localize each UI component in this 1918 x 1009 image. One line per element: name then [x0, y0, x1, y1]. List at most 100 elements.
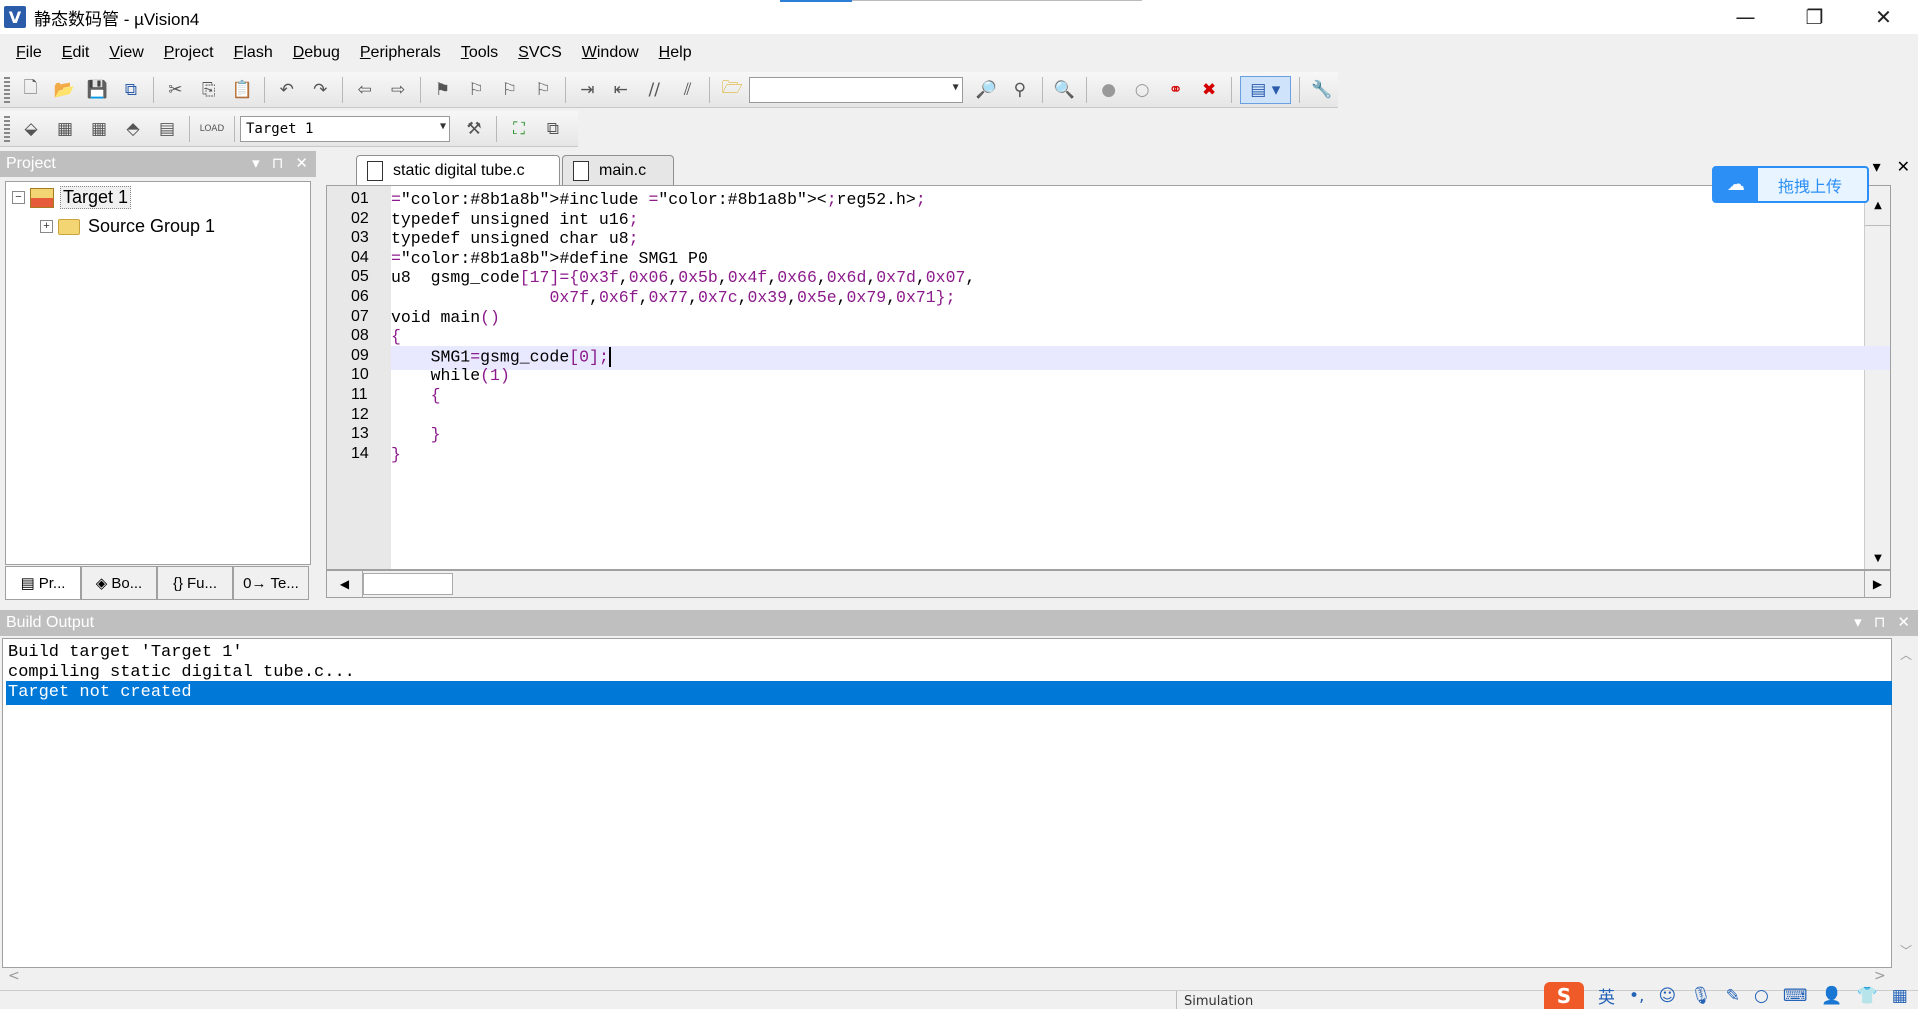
- menu-debug[interactable]: Debug: [283, 44, 350, 62]
- editor-vertical-scrollbar[interactable]: ▲ ▼: [1864, 186, 1890, 569]
- menu-project[interactable]: Project: [154, 44, 224, 62]
- menu-window[interactable]: Window: [572, 44, 649, 62]
- ime-language-toggle[interactable]: 英: [1598, 983, 1615, 1008]
- microphone-icon[interactable]: 🎙: [1690, 986, 1712, 1006]
- menu-edit[interactable]: Edit: [52, 44, 100, 62]
- uncomment-icon[interactable]: ⫽: [674, 76, 701, 104]
- enable-breakpoint-icon[interactable]: ○: [1128, 76, 1155, 104]
- pin-icon[interactable]: ⊓: [1874, 613, 1886, 631]
- drag-upload-button[interactable]: ☁ 拖拽上传: [1712, 166, 1869, 203]
- code-line[interactable]: void main(): [391, 308, 500, 327]
- code-line[interactable]: typedef unsigned int u16;: [391, 210, 639, 229]
- rebuild-icon[interactable]: ▦: [85, 115, 113, 143]
- menu-file[interactable]: File: [6, 44, 52, 62]
- build-output-line[interactable]: Target not created: [6, 681, 1892, 705]
- collapse-icon[interactable]: −: [12, 191, 25, 204]
- pen-icon[interactable]: ✎: [1726, 986, 1740, 1006]
- start-debug-icon[interactable]: 🔍: [1051, 76, 1078, 104]
- paste-icon[interactable]: 📋: [229, 76, 256, 104]
- editor-horizontal-scrollbar[interactable]: ◀ ▶: [326, 570, 1891, 598]
- toolbar-grip[interactable]: [4, 76, 10, 103]
- target-options-icon[interactable]: ⚒: [460, 115, 488, 143]
- find-in-files-icon[interactable]: 🗁: [718, 76, 745, 104]
- disable-breakpoints-icon[interactable]: ⚭: [1162, 76, 1189, 104]
- minimize-button[interactable]: —: [1711, 0, 1780, 34]
- ime-search-icon[interactable]: ○: [1754, 986, 1769, 1006]
- scroll-left-icon[interactable]: <: [8, 968, 20, 984]
- incremental-find-icon[interactable]: ⚲: [1006, 76, 1033, 104]
- open-file-icon[interactable]: 📂: [50, 76, 77, 104]
- insert-breakpoint-icon[interactable]: ●: [1095, 76, 1122, 104]
- bookmark-clear-icon[interactable]: ⚐: [529, 76, 556, 104]
- redo-icon[interactable]: ↷: [306, 76, 333, 104]
- close-window-button[interactable]: ✕: [1849, 0, 1918, 34]
- indent-icon[interactable]: ⇥: [574, 76, 601, 104]
- code-line[interactable]: }: [391, 445, 401, 464]
- window-layout-icon[interactable]: ▤ ▾: [1239, 75, 1291, 104]
- menu-svcs[interactable]: SVCS: [508, 44, 572, 62]
- menu-peripherals[interactable]: Peripherals: [350, 44, 451, 62]
- undo-icon[interactable]: ↶: [273, 76, 300, 104]
- code-line[interactable]: 0x7f,0x6f,0x77,0x7c,0x39,0x5e,0x79,0x71}…: [391, 288, 955, 307]
- code-editor[interactable]: ▲ ▼ 01 ="color:#8b1a8b">#include ="color:…: [326, 185, 1891, 570]
- tree-item-source-group[interactable]: + Source Group 1: [40, 216, 215, 237]
- tab-main-c[interactable]: main.c: [562, 155, 674, 185]
- scroll-right-icon[interactable]: ▶: [1864, 571, 1890, 597]
- close-icon[interactable]: ✕: [1897, 613, 1910, 631]
- scroll-left-icon[interactable]: ◀: [327, 571, 363, 597]
- project-tab-2[interactable]: {} Fu...: [157, 566, 233, 600]
- code-line[interactable]: }: [391, 425, 441, 444]
- close-editor-icon[interactable]: ✕: [1897, 157, 1910, 176]
- project-tab-3[interactable]: 0→ Te...: [233, 566, 309, 600]
- kill-breakpoints-icon[interactable]: ✖: [1195, 76, 1222, 104]
- chevron-down-icon[interactable]: ▼: [953, 82, 959, 93]
- project-tab-0[interactable]: ▤ Pr...: [5, 566, 81, 600]
- navigate-back-icon[interactable]: ⇦: [351, 76, 378, 104]
- bookmark-next-icon[interactable]: ⚐: [496, 76, 523, 104]
- scroll-thumb[interactable]: [363, 573, 453, 595]
- tab-static-digital-tube[interactable]: static digital tube.c: [356, 155, 560, 185]
- project-tab-1[interactable]: ◈ Bo...: [81, 566, 157, 600]
- build-output-text[interactable]: Build target 'Target 1' compiling static …: [2, 638, 1892, 968]
- bookmark-prev-icon[interactable]: ⚐: [462, 76, 489, 104]
- code-line[interactable]: while(1): [391, 366, 510, 385]
- editor-menu-icon[interactable]: ▾: [1873, 157, 1881, 176]
- code-line[interactable]: u8 gsmg_code[17]={0x3f,0x06,0x5b,0x4f,0x…: [391, 268, 975, 287]
- configuration-wrench-icon[interactable]: 🔧: [1308, 76, 1335, 104]
- cut-icon[interactable]: ✂: [162, 76, 189, 104]
- find-combo[interactable]: ▼: [748, 76, 963, 103]
- unindent-icon[interactable]: ⇤: [607, 76, 634, 104]
- sogou-logo-icon[interactable]: S: [1544, 982, 1584, 1009]
- skin-icon[interactable]: 👕: [1857, 986, 1878, 1006]
- code-line[interactable]: ="color:#8b1a8b">#include ="color:#8b1a8…: [391, 190, 926, 209]
- code-line[interactable]: SMG1=gsmg_code[0];: [391, 346, 611, 367]
- new-file-icon[interactable]: 🗋: [17, 76, 44, 104]
- user-icon[interactable]: 👤: [1821, 986, 1842, 1006]
- batch-build-icon[interactable]: ⬘: [119, 115, 147, 143]
- pane-menu-icon[interactable]: ▾: [252, 154, 260, 172]
- code-line[interactable]: {: [391, 327, 401, 346]
- keyboard-icon[interactable]: ⌨: [1783, 986, 1808, 1006]
- tree-item-target[interactable]: − Target 1: [12, 186, 132, 209]
- menu-view[interactable]: View: [99, 44, 153, 62]
- select-packs-icon[interactable]: ⧉: [539, 115, 567, 143]
- expand-icon[interactable]: +: [40, 220, 53, 233]
- menu-help[interactable]: Help: [649, 44, 702, 62]
- translate-icon[interactable]: ⬙: [17, 115, 45, 143]
- scroll-up-icon[interactable]: ︿: [1900, 646, 1912, 663]
- toolbar-grip[interactable]: [4, 115, 10, 142]
- code-line[interactable]: {: [391, 386, 441, 405]
- save-icon[interactable]: 💾: [84, 76, 111, 104]
- scroll-down-icon[interactable]: ▼: [1865, 545, 1890, 569]
- pin-icon[interactable]: ⊓: [272, 154, 284, 172]
- save-all-icon[interactable]: ⧉: [117, 76, 144, 104]
- stop-build-icon[interactable]: ▤: [153, 115, 181, 143]
- code-line[interactable]: typedef unsigned char u8;: [391, 229, 639, 248]
- ime-punctuation-icon[interactable]: •,: [1629, 986, 1644, 1006]
- code-line[interactable]: ="color:#8b1a8b">#define SMG1 P0: [391, 249, 708, 268]
- find-icon[interactable]: 🔎: [973, 76, 1000, 104]
- close-icon[interactable]: ✕: [295, 154, 308, 172]
- chevron-down-icon[interactable]: ▼: [440, 121, 446, 132]
- restore-button[interactable]: ❐: [1780, 0, 1849, 34]
- copy-icon[interactable]: ⎘: [195, 76, 222, 104]
